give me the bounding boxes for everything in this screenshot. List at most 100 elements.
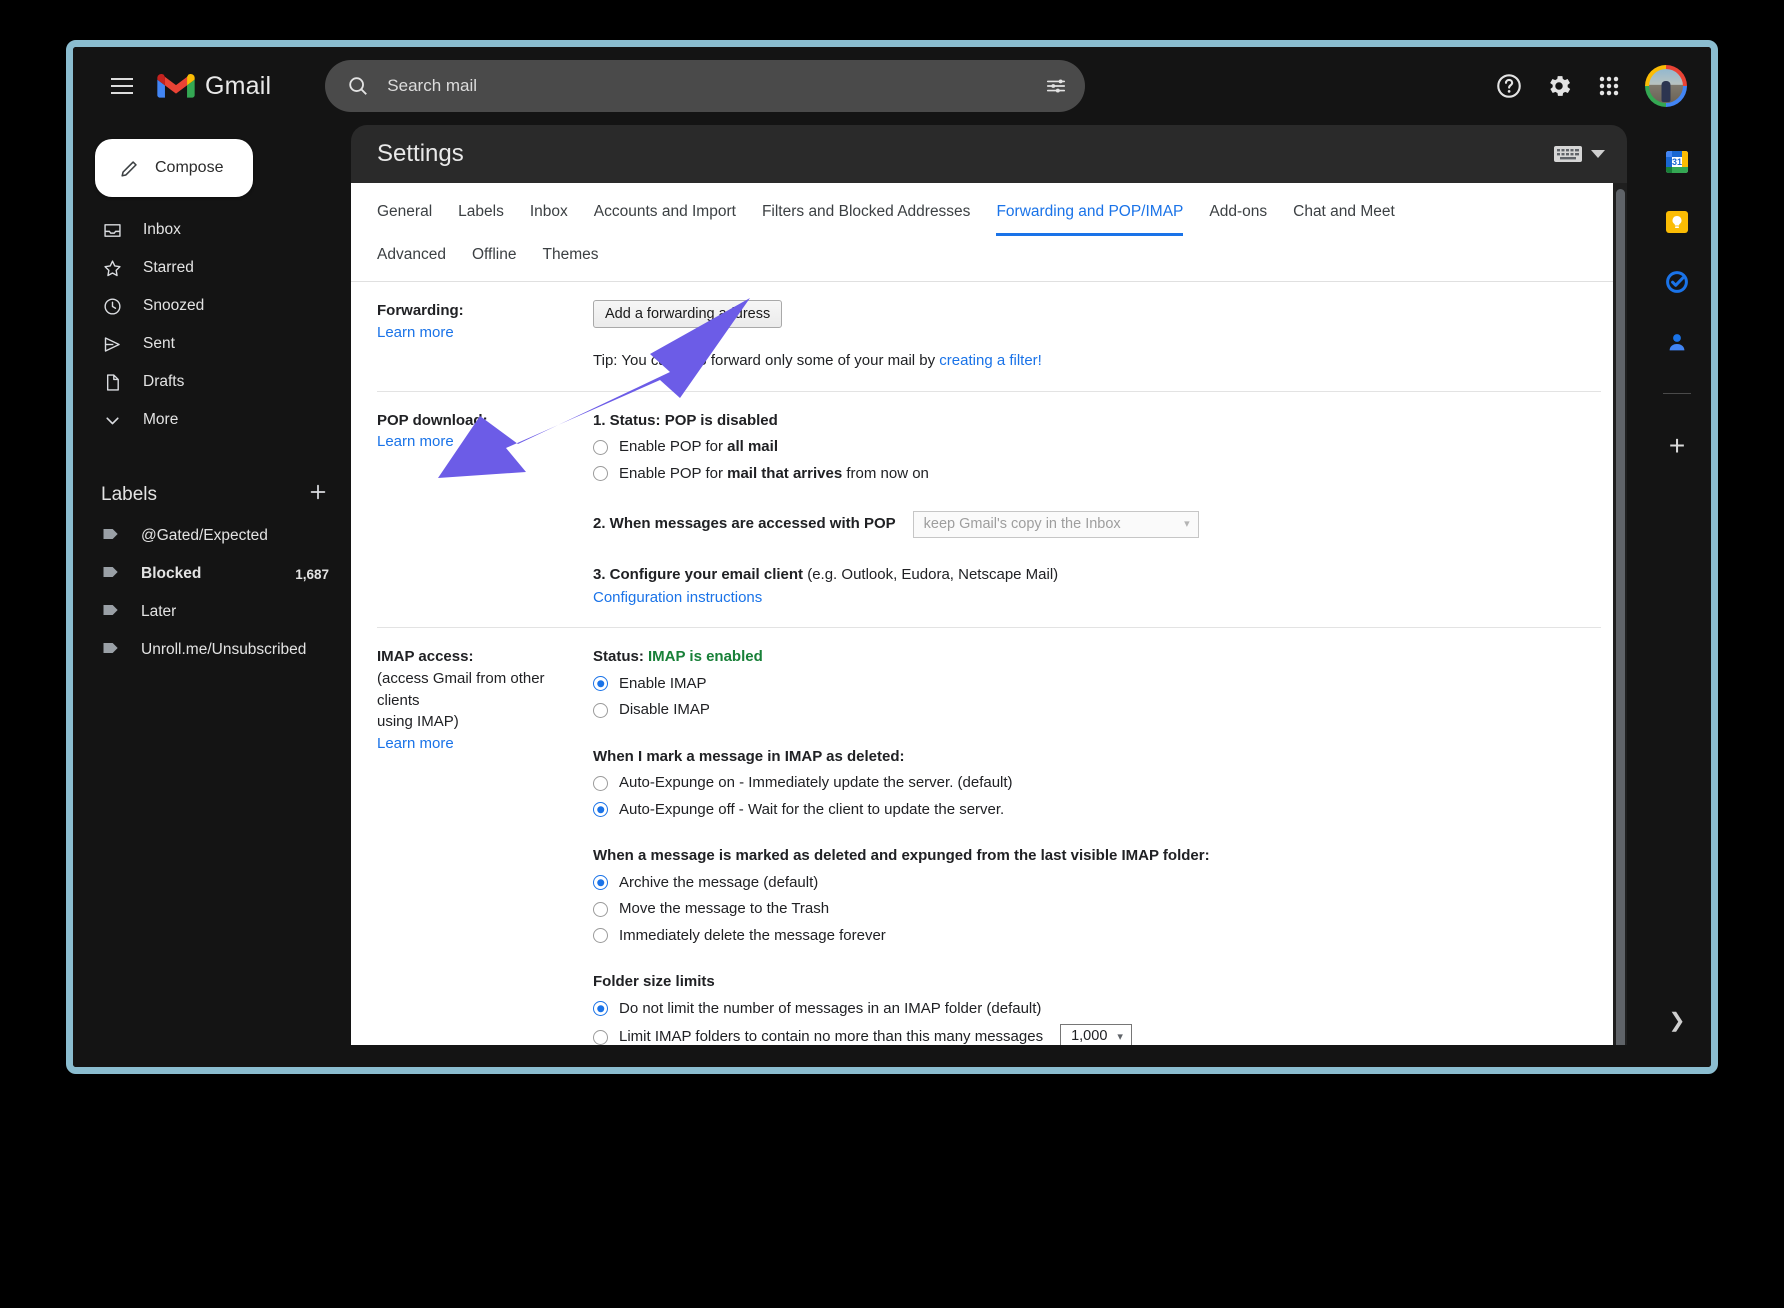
pop-label-column: POP download: Learn more xyxy=(377,410,591,610)
google-calendar-icon[interactable]: 31 xyxy=(1664,149,1690,175)
tab-offline[interactable]: Offline xyxy=(472,238,517,281)
tab-advanced[interactable]: Advanced xyxy=(377,238,446,281)
chevron-down-icon xyxy=(101,409,123,431)
imap-expunged-delete-radio[interactable] xyxy=(593,928,608,944)
pop-learn-more-link[interactable]: Learn more xyxy=(377,433,454,450)
help-icon[interactable] xyxy=(1495,72,1523,100)
apps-grid-icon[interactable] xyxy=(1595,72,1623,100)
sidebar-item-inbox[interactable]: Inbox xyxy=(73,211,335,249)
chevron-down-icon: ▾ xyxy=(1117,1030,1123,1043)
pop-enable-all-mail-row[interactable]: Enable POP for all mail xyxy=(593,436,1601,459)
label-item-blocked[interactable]: Blocked 1,687 xyxy=(73,555,351,593)
forwarding-label-column: Forwarding: Learn more xyxy=(377,300,591,373)
google-keep-icon[interactable] xyxy=(1664,209,1690,235)
settings-scrollbar-thumb[interactable] xyxy=(1616,189,1625,1045)
imap-expunged-archive-row[interactable]: Archive the message (default) xyxy=(593,872,1601,895)
imap-expunge-off-radio[interactable] xyxy=(593,802,608,818)
tab-accounts-and-import[interactable]: Accounts and Import xyxy=(594,195,736,236)
sidebar-item-label: Inbox xyxy=(143,221,181,238)
sidebar-item-label: Drafts xyxy=(143,373,185,390)
plus-icon[interactable]: + xyxy=(1669,432,1685,460)
tab-labels[interactable]: Labels xyxy=(458,195,504,236)
label-item-unrollme-unsubscribed[interactable]: Unroll.me/Unsubscribed xyxy=(73,631,351,669)
pop-enable-new-mail-label: Enable POP for mail that arrives from no… xyxy=(619,464,929,482)
settings-scrollbar-track[interactable] xyxy=(1613,183,1627,1045)
tab-inbox[interactable]: Inbox xyxy=(530,195,568,236)
imap-disable-label: Disable IMAP xyxy=(619,701,710,718)
tab-forwarding-and-pop-imap[interactable]: Forwarding and POP/IMAP xyxy=(996,195,1184,236)
imap-expunged-archive-radio[interactable] xyxy=(593,875,608,891)
imap-learn-more-link[interactable]: Learn more xyxy=(377,735,454,752)
topbar-actions xyxy=(1495,65,1693,107)
pop-accessed-label: 2. When messages are accessed with POP xyxy=(593,515,896,533)
page-title: Settings xyxy=(377,140,464,167)
pop-enable-new-mail-row[interactable]: Enable POP for mail that arrives from no… xyxy=(593,463,1601,486)
imap-folder-nolimit-radio[interactable] xyxy=(593,1001,608,1017)
label-item-gated-expected[interactable]: @Gated/Expected xyxy=(73,517,351,555)
imap-folder-nolimit-row[interactable]: Do not limit the number of messages in a… xyxy=(593,998,1601,1021)
sidebar-item-label: Starred xyxy=(143,259,194,276)
search-input[interactable] xyxy=(369,75,1046,97)
pop-controls: 1. Status: POP is disabled Enable POP fo… xyxy=(591,410,1601,610)
google-contacts-icon[interactable] xyxy=(1664,329,1690,355)
gear-icon[interactable] xyxy=(1545,72,1573,100)
imap-folder-limit-radio[interactable] xyxy=(593,1029,608,1045)
pop-configuration-instructions-link[interactable]: Configuration instructions xyxy=(593,589,762,606)
tune-icon[interactable] xyxy=(1045,75,1067,97)
imap-disable-radio[interactable] xyxy=(593,702,608,718)
top-bar: Gmail xyxy=(73,47,1711,125)
tab-chat-and-meet[interactable]: Chat and Meet xyxy=(1293,195,1395,236)
body: Compose Inbox Starred Snoozed Sent Draft… xyxy=(73,125,1711,1067)
chevron-right-icon[interactable]: ❯ xyxy=(1669,1008,1686,1033)
imap-folder-limit-row[interactable]: Limit IMAP folders to contain no more th… xyxy=(593,1024,1601,1045)
send-icon xyxy=(101,333,123,355)
imap-note-line-2: using IMAP) xyxy=(377,713,459,731)
creating-a-filter-link[interactable]: creating a filter! xyxy=(939,352,1042,369)
hamburger-icon[interactable] xyxy=(99,63,145,109)
label-name: Blocked xyxy=(141,565,202,582)
forwarding-learn-more-link[interactable]: Learn more xyxy=(377,324,454,341)
imap-expunged-trash-radio[interactable] xyxy=(593,901,608,917)
imap-expunge-on-radio[interactable] xyxy=(593,775,608,791)
imap-expunged-archive-label: Archive the message (default) xyxy=(619,873,819,891)
svg-text:31: 31 xyxy=(1672,157,1682,167)
pop-enable-all-mail-radio[interactable] xyxy=(593,439,608,455)
imap-expunge-on-row[interactable]: Auto-Expunge on - Immediately update the… xyxy=(593,772,1601,795)
imap-status-line: Status: IMAP is enabled xyxy=(593,646,1601,669)
google-tasks-icon[interactable] xyxy=(1664,269,1690,295)
imap-folder-limit-select[interactable]: 1,000 ▾ xyxy=(1060,1024,1132,1045)
imap-disable-row[interactable]: Disable IMAP xyxy=(593,699,1601,722)
imap-folder-group-title: Folder size limits xyxy=(593,973,715,990)
imap-expunged-trash-row[interactable]: Move the message to the Trash xyxy=(593,898,1601,921)
pop-accessed-select[interactable]: keep Gmail's copy in the Inbox ▾ xyxy=(912,511,1199,538)
compose-button[interactable]: Compose xyxy=(95,139,253,197)
tab-add-ons[interactable]: Add-ons xyxy=(1209,195,1267,236)
avatar[interactable] xyxy=(1645,65,1687,107)
imap-expunge-off-row[interactable]: Auto-Expunge off - Wait for the client t… xyxy=(593,799,1601,822)
tab-general[interactable]: General xyxy=(377,195,432,236)
pop-configure-client: 3. Configure your email client (e.g. Out… xyxy=(593,564,1601,609)
imap-enable-row[interactable]: Enable IMAP xyxy=(593,673,1601,696)
display-density-control[interactable] xyxy=(1553,144,1605,164)
pop-accessed-select-value: keep Gmail's copy in the Inbox xyxy=(923,515,1121,532)
search-bar[interactable] xyxy=(325,60,1086,112)
labels-list: @Gated/Expected Blocked 1,687 Later Unro… xyxy=(73,517,351,669)
label-item-later[interactable]: Later xyxy=(73,593,351,631)
imap-enable-radio[interactable] xyxy=(593,676,608,692)
sidebar-item-snoozed[interactable]: Snoozed xyxy=(73,287,335,325)
pop-enable-new-mail-radio[interactable] xyxy=(593,466,608,482)
tab-themes[interactable]: Themes xyxy=(542,238,598,281)
sidebar-item-sent[interactable]: Sent xyxy=(73,325,335,363)
brand: Gmail xyxy=(157,72,271,101)
tab-filters-and-blocked-addresses[interactable]: Filters and Blocked Addresses xyxy=(762,195,971,236)
brand-name: Gmail xyxy=(205,71,272,100)
imap-expunged-delete-row[interactable]: Immediately delete the message forever xyxy=(593,925,1601,948)
pop-status-line: 1. Status: POP is disabled xyxy=(593,410,1601,433)
gmail-logo-icon xyxy=(157,74,195,98)
sidebar-item-starred[interactable]: Starred xyxy=(73,249,335,287)
add-forwarding-address-button[interactable]: Add a forwarding address xyxy=(593,300,783,328)
plus-icon[interactable] xyxy=(307,481,329,509)
sidebar-item-more[interactable]: More xyxy=(73,401,335,439)
sidebar-item-drafts[interactable]: Drafts xyxy=(73,363,335,401)
app-window-inner: Gmail Search mail Compose Inbox Starred … xyxy=(73,47,1711,1067)
